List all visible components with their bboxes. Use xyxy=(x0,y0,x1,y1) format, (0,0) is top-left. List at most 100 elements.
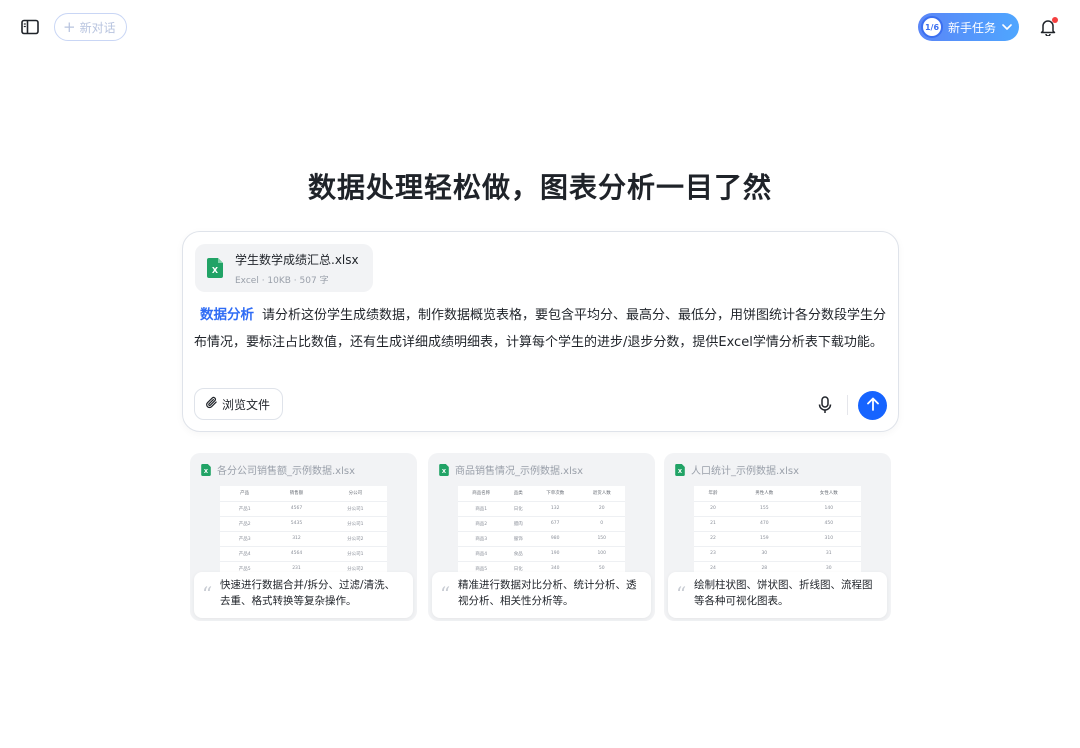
table-row: 产品2 5435 分公司1 xyxy=(220,516,387,532)
example-card[interactable]: X 各分公司销售额_示例数据.xlsx 产品 销售额 分公司 产品1 4567 分公司1 产品2… xyxy=(190,453,417,621)
table-cell: 140 xyxy=(796,501,861,517)
browse-files-label: 浏览文件 xyxy=(222,397,271,412)
attached-file-chip[interactable]: X 学生数学成绩汇总.xlsx Excel · 10KB · 507 字 xyxy=(195,244,373,292)
attached-file-name: 学生数学成绩汇总.xlsx xyxy=(235,252,359,267)
table-cell: 31 xyxy=(796,546,861,562)
table-row: 产品1 4567 分公司1 xyxy=(220,501,387,517)
table-cell: 4564 xyxy=(269,546,324,562)
table-header-cell: 下单次数 xyxy=(531,486,579,502)
table-cell: 食品 xyxy=(504,546,532,562)
table-cell: 产品1 xyxy=(220,501,270,517)
excel-file-icon: X xyxy=(439,463,449,476)
table-row: 商品1 日化 132 20 xyxy=(458,501,625,517)
excel-file-icon: X xyxy=(207,258,223,278)
table-cell: 677 xyxy=(531,516,579,532)
new-chat-label: 新对话 xyxy=(79,20,116,35)
table-cell: 155 xyxy=(732,501,797,517)
table-cell: 分公司2 xyxy=(323,531,387,547)
table-row: 21 470 450 xyxy=(694,516,861,532)
table-row: 产品4 4564 分公司1 xyxy=(220,546,387,562)
example-file-name: 各分公司销售额_示例数据.xlsx xyxy=(217,466,356,477)
new-chat-button[interactable]: + 新对话 xyxy=(54,13,127,41)
arrow-up-icon xyxy=(866,396,879,415)
table-cell: 190 xyxy=(531,546,579,562)
table-header-cell: 退货人数 xyxy=(578,486,625,502)
notification-dot xyxy=(1052,17,1058,23)
table-header-cell: 女性人数 xyxy=(796,486,861,502)
notification-bell-icon[interactable] xyxy=(1038,16,1058,38)
table-cell: 132 xyxy=(531,501,579,517)
table-cell: 商品1 xyxy=(458,501,505,517)
quote-icon: “ xyxy=(440,582,451,606)
example-file-name: 商品销售情况_示例数据.xlsx xyxy=(455,466,584,477)
table-cell: 腊肉 xyxy=(504,516,532,532)
table-header-cell: 产品 xyxy=(220,486,270,502)
table-cell: 312 xyxy=(269,531,324,547)
table-header-cell: 年龄 xyxy=(694,486,733,502)
table-cell: 150 xyxy=(578,531,625,547)
sidebar-toggle-icon[interactable] xyxy=(20,17,40,37)
chevron-down-icon xyxy=(1002,24,1012,30)
example-preview-table: 产品 销售额 分公司 产品1 4567 分公司1 产品2 5435 分公司1 产品3 312 分公司2… xyxy=(220,486,387,577)
excel-file-icon: X xyxy=(201,463,211,476)
table-row: 商品3 服饰 980 150 xyxy=(458,531,625,547)
svg-text:X: X xyxy=(212,266,219,275)
example-description: “ 绘制柱状图、饼状图、折线图、流程图等各种可视化图表。 xyxy=(668,572,887,618)
table-cell: 450 xyxy=(796,516,861,532)
table-cell: 日化 xyxy=(504,501,532,517)
table-header-cell: 男性人数 xyxy=(732,486,797,502)
task-label: 新手任务 xyxy=(948,20,997,35)
prompt-text: 请分析这份学生成绩数据，制作数据概览表格，要包含平均分、最高分、最低分，用饼图统… xyxy=(194,308,887,350)
onboarding-tasks-button[interactable]: 1/6 新手任务 xyxy=(918,13,1019,41)
table-header-cell: 品类 xyxy=(504,486,532,502)
example-preview-table: 商品名称 品类 下单次数 退货人数 商品1 日化 132 20 商品2 腊肉 677 0 商品3 服饰 98… xyxy=(458,486,625,577)
task-progress-badge: 1/6 xyxy=(921,16,943,38)
table-cell: 470 xyxy=(732,516,797,532)
table-cell: 产品3 xyxy=(220,531,270,547)
microphone-icon[interactable] xyxy=(815,395,835,415)
table-cell: 分公司1 xyxy=(323,546,387,562)
table-row: 20 155 140 xyxy=(694,501,861,517)
table-cell: 商品2 xyxy=(458,516,505,532)
table-cell: 分公司1 xyxy=(323,516,387,532)
example-description-text: 绘制柱状图、饼状图、折线图、流程图等各种可视化图表。 xyxy=(694,579,873,607)
table-header-cell: 商品名称 xyxy=(458,486,505,502)
example-cards: X 各分公司销售额_示例数据.xlsx 产品 销售额 分公司 产品1 4567 分公司1 产品2… xyxy=(190,453,891,621)
table-row: 22 159 310 xyxy=(694,531,861,547)
table-cell: 20 xyxy=(694,501,733,517)
table-cell: 159 xyxy=(732,531,797,547)
example-description-text: 快速进行数据合并/拆分、过滤/清洗、去重、格式转换等复杂操作。 xyxy=(220,579,396,607)
example-preview-table: 年龄 男性人数 女性人数 20 155 140 21 470 450 22 159 310 23 30 31… xyxy=(694,486,861,577)
prompt-input[interactable]: 数据分析 请分析这份学生成绩数据，制作数据概览表格，要包含平均分、最高分、最低分，… xyxy=(194,302,888,356)
table-cell: 商品4 xyxy=(458,546,505,562)
example-description: “ 快速进行数据合并/拆分、过滤/清洗、去重、格式转换等复杂操作。 xyxy=(194,572,413,618)
example-file-header: X 各分公司销售额_示例数据.xlsx xyxy=(201,462,355,477)
table-cell: 产品4 xyxy=(220,546,270,562)
table-cell: 100 xyxy=(578,546,625,562)
browse-files-button[interactable]: 浏览文件 xyxy=(194,388,284,420)
example-file-header: X 人口统计_示例数据.xlsx xyxy=(675,462,799,477)
table-cell: 5435 xyxy=(269,516,324,532)
example-description: “ 精准进行数据对比分析、统计分析、透视分析、相关性分析等。 xyxy=(432,572,651,618)
toolbar-divider xyxy=(847,395,848,415)
example-file-header: X 商品销售情况_示例数据.xlsx xyxy=(439,462,583,477)
table-cell: 21 xyxy=(694,516,733,532)
send-button[interactable] xyxy=(858,391,887,420)
table-cell: 4567 xyxy=(269,501,324,517)
table-header-cell: 销售额 xyxy=(269,486,324,502)
table-row: 23 30 31 xyxy=(694,546,861,562)
page-title: 数据处理轻松做，图表分析一目了然 xyxy=(307,171,772,204)
example-file-name: 人口统计_示例数据.xlsx xyxy=(691,466,800,477)
table-cell: 30 xyxy=(732,546,797,562)
table-cell: 服饰 xyxy=(504,531,532,547)
example-card[interactable]: X 人口统计_示例数据.xlsx 年龄 男性人数 女性人数 20 155 140 21 470 45… xyxy=(664,453,891,621)
table-cell: 0 xyxy=(578,516,625,532)
quote-icon: “ xyxy=(202,582,213,606)
table-row: 商品2 腊肉 677 0 xyxy=(458,516,625,532)
table-cell: 商品3 xyxy=(458,531,505,547)
example-card[interactable]: X 商品销售情况_示例数据.xlsx 商品名称 品类 下单次数 退货人数 商品1 日化 132 2… xyxy=(428,453,655,621)
table-cell: 产品2 xyxy=(220,516,270,532)
paperclip-icon xyxy=(205,396,218,412)
skill-tag[interactable]: 数据分析 xyxy=(200,307,254,323)
table-cell: 310 xyxy=(796,531,861,547)
